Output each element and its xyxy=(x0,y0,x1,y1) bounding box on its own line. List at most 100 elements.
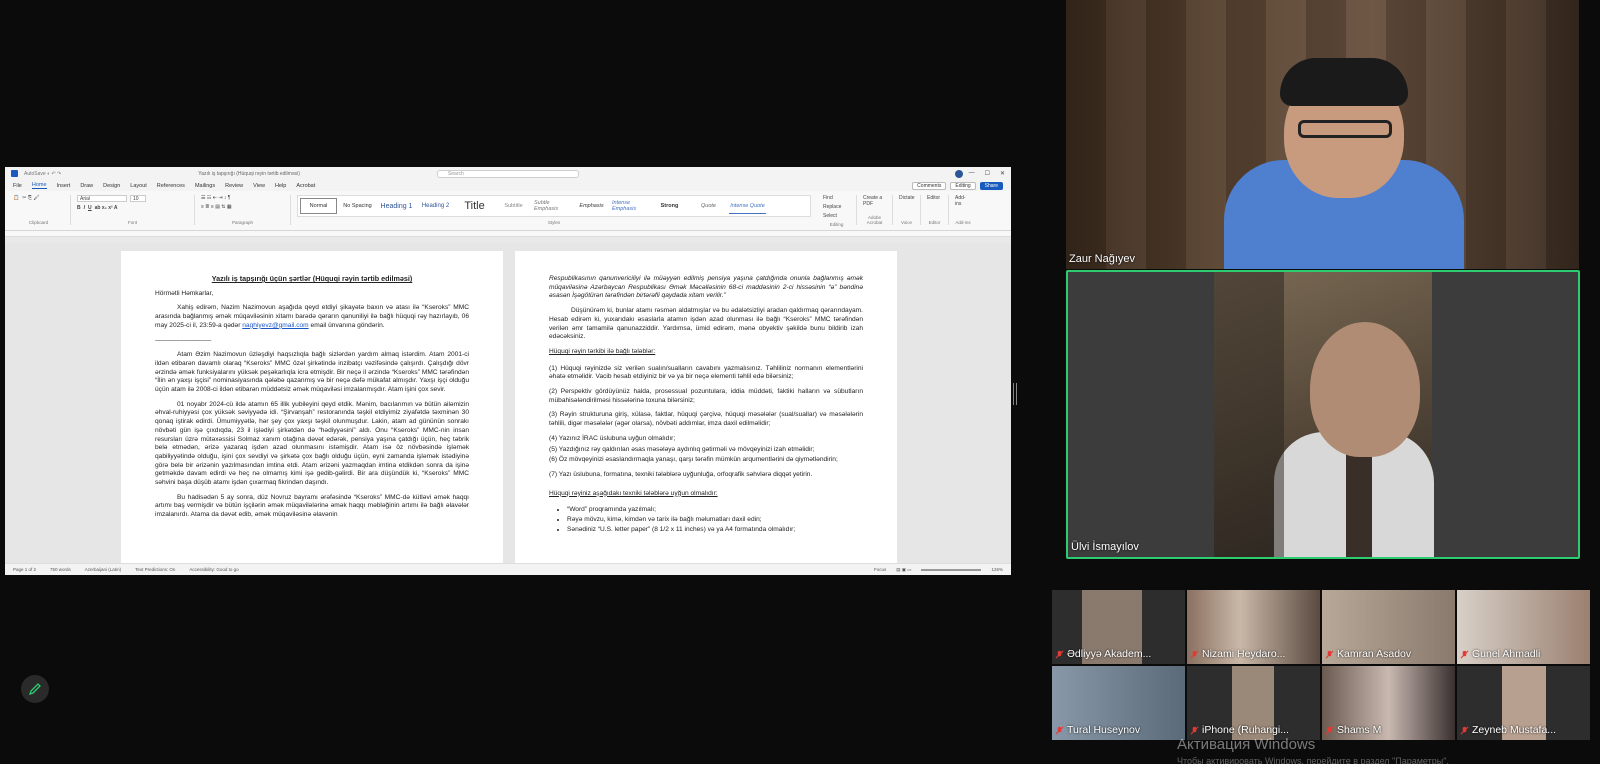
style-quote[interactable]: Quote xyxy=(690,198,727,214)
grid-tile[interactable]: iPhone (Ruhangi... xyxy=(1187,666,1320,740)
grid-tile[interactable]: Nizami Heydaro... xyxy=(1187,590,1320,664)
grid-tile[interactable]: Shams M xyxy=(1322,666,1455,740)
resize-handle[interactable] xyxy=(1013,383,1017,405)
styles-label: Styles xyxy=(547,220,561,225)
style-intense-quote[interactable]: Intense Quote xyxy=(729,198,766,214)
create-pdf-button[interactable]: Create a PDF xyxy=(863,195,886,207)
search-input[interactable]: Search xyxy=(436,169,579,178)
tab-insert[interactable]: Insert xyxy=(57,183,71,189)
meeting-stage: AutoSave ◐ ↶ ↷ Yazılı iş tapşırığı (Hüqu… xyxy=(0,0,1600,764)
word-logo-icon xyxy=(11,170,18,177)
cut-copy-icons[interactable]: ✂ ⎘ 🖌 xyxy=(22,195,39,201)
tab-view[interactable]: View xyxy=(253,183,265,189)
editing-mode-button[interactable]: Editing xyxy=(950,181,976,190)
editor-button[interactable]: Editor xyxy=(927,195,942,201)
styles-gallery[interactable]: Normal No Spacing Heading 1 Heading 2 Ti… xyxy=(297,195,811,217)
annotate-button[interactable] xyxy=(21,675,49,703)
tab-layout[interactable]: Layout xyxy=(130,183,147,189)
tab-mailings[interactable]: Mailings xyxy=(195,183,215,189)
autosave-toggle[interactable]: AutoSave ◐ ↶ ↷ xyxy=(24,171,61,177)
font-name-select[interactable]: Arial xyxy=(77,195,127,202)
grid-tile[interactable]: Zeyneb Mustafa... xyxy=(1457,666,1590,740)
technical-list: “Word” proqramında yazılmalı; Rəyə mövzu… xyxy=(549,506,863,534)
paragraph-background: Atam Əzim Nazimovun üzləşdiyi haqsızlıql… xyxy=(155,351,469,394)
editing-label: Editing xyxy=(829,222,844,227)
participant-name: Zeyneb Mustafa... xyxy=(1472,724,1557,736)
minimize-icon[interactable]: — xyxy=(969,170,975,177)
tab-references[interactable]: References xyxy=(157,183,185,189)
grid-tile[interactable]: Kamran Asadov xyxy=(1322,590,1455,664)
view-mode-icons[interactable]: ▤ ▣ ▭ xyxy=(896,567,911,573)
style-strong[interactable]: Strong xyxy=(651,198,688,214)
window-controls[interactable]: — ☐ ✕ xyxy=(969,170,1005,177)
video-tile-main-1[interactable]: Zaur Nağıyev xyxy=(1066,0,1579,269)
participant-name: iPhone (Ruhangi... xyxy=(1202,724,1289,736)
user-avatar[interactable] xyxy=(954,169,963,178)
replace-button[interactable]: Replace xyxy=(823,204,850,210)
word-statusbar: Page 1 of 2 750 words Azerbaijani (Latin… xyxy=(5,563,1011,575)
ruler[interactable] xyxy=(5,231,1011,237)
editor-label: Editor xyxy=(928,220,941,225)
style-no-spacing[interactable]: No Spacing xyxy=(339,198,376,214)
tie xyxy=(1346,442,1372,557)
tab-acrobat[interactable]: Acrobat xyxy=(296,183,315,189)
participant-name: Ülvi İsmayılov xyxy=(1071,541,1139,553)
email-link[interactable]: naghiyevz@gmail.com xyxy=(242,322,308,329)
comments-button[interactable]: Comments xyxy=(912,181,947,190)
style-intense-emphasis[interactable]: Intense Emphasis xyxy=(612,198,649,214)
font-size-select[interactable]: 10 xyxy=(130,195,146,202)
close-icon[interactable]: ✕ xyxy=(1000,170,1005,177)
focus-button[interactable]: Focus xyxy=(874,567,886,572)
shared-screen[interactable]: AutoSave ◐ ↶ ↷ Yazılı iş tapşırığı (Hüqu… xyxy=(5,167,1011,575)
accessibility-status[interactable]: Accessibility: Good to go xyxy=(189,567,238,572)
quoted-order: Respublikasının qanunvericiliyi ilə müəy… xyxy=(549,275,863,300)
paragraph-conclusion: Düşünürəm ki, bunlar atamı rəsmən aldatm… xyxy=(549,307,863,341)
page-1[interactable]: Yazılı iş tapşırığı üçün şərtlər (Hüquqi… xyxy=(121,251,503,566)
addins-button[interactable]: Add-ins xyxy=(955,195,971,207)
text-predictions[interactable]: Text Predictions: On xyxy=(135,567,175,572)
select-button[interactable]: Select xyxy=(823,213,850,219)
style-subtitle[interactable]: Subtitle xyxy=(495,198,532,214)
style-heading-2[interactable]: Heading 2 xyxy=(417,198,454,214)
style-heading-1[interactable]: Heading 1 xyxy=(378,198,415,214)
tab-draw[interactable]: Draw xyxy=(80,183,93,189)
dictate-button[interactable]: Dictate xyxy=(899,195,915,201)
style-normal[interactable]: Normal xyxy=(300,198,337,214)
tab-file[interactable]: File xyxy=(13,183,22,189)
share-button[interactable]: Share xyxy=(979,181,1003,190)
grid-tile[interactable]: Tural Huseynov xyxy=(1052,666,1185,740)
clipboard-label: Clipboard xyxy=(28,220,49,225)
video-tile-main-2[interactable]: Ülvi İsmayılov xyxy=(1066,270,1580,559)
align-buttons[interactable]: ≡ ≣ ≡ ▤ ⇅ ▦ xyxy=(201,204,284,210)
document-area[interactable]: Yazılı iş tapşırığı üçün şərtlər (Hüquqi… xyxy=(5,243,1011,566)
zoom-level[interactable]: 126% xyxy=(991,567,1003,572)
style-title[interactable]: Title xyxy=(456,198,493,214)
acrobat-group: Create a PDF Adobe Acrobat xyxy=(863,195,893,225)
word-count[interactable]: 750 words xyxy=(50,567,71,572)
tab-review[interactable]: Review xyxy=(225,183,243,189)
tab-help[interactable]: Help xyxy=(275,183,286,189)
grid-tile[interactable]: Gunel Ahmadli xyxy=(1457,590,1590,664)
style-subtle-emphasis[interactable]: Subtle Emphasis xyxy=(534,198,571,214)
tab-home[interactable]: Home xyxy=(31,182,47,189)
find-button[interactable]: Find xyxy=(823,195,850,201)
requirement-6: (6) Öz mövqeyinizi əsaslandırmaqla yanaş… xyxy=(549,456,838,464)
paragraph-request: Xahiş edirəm, Nazim Nazimovun aşağıda qe… xyxy=(155,304,469,330)
participant-name: Ədliyyə Akadem... xyxy=(1067,648,1152,660)
paste-icon[interactable]: 📋 xyxy=(13,195,19,201)
technical-item: Rəyə mövzu, kimə, kimdən və tarix ilə ba… xyxy=(567,516,863,525)
zoom-slider[interactable] xyxy=(921,568,982,571)
page-count[interactable]: Page 1 of 2 xyxy=(13,567,36,572)
language-indicator[interactable]: Azerbaijani (Latin) xyxy=(85,567,121,572)
grid-tile[interactable]: Ədliyyə Akadem... xyxy=(1052,590,1185,664)
page-2[interactable]: Respublikasının qanunvericiliyi ilə müəy… xyxy=(515,251,897,566)
maximize-icon[interactable]: ☐ xyxy=(985,170,990,177)
editing-group: Find Replace Select Editing xyxy=(823,195,857,227)
requirement-2: (2) Perspektiv gördüyünüz halda, prosess… xyxy=(549,388,863,404)
list-buttons[interactable]: ☰ ☷ ⇤ ⇥ ↕ ¶ xyxy=(201,195,284,201)
tab-design[interactable]: Design xyxy=(103,183,120,189)
style-emphasis[interactable]: Emphasis xyxy=(573,198,610,214)
mic-muted-icon xyxy=(1190,726,1199,735)
mic-muted-icon xyxy=(1460,650,1469,659)
font-format-buttons[interactable]: B I U ab x₂ x² A xyxy=(77,205,188,211)
